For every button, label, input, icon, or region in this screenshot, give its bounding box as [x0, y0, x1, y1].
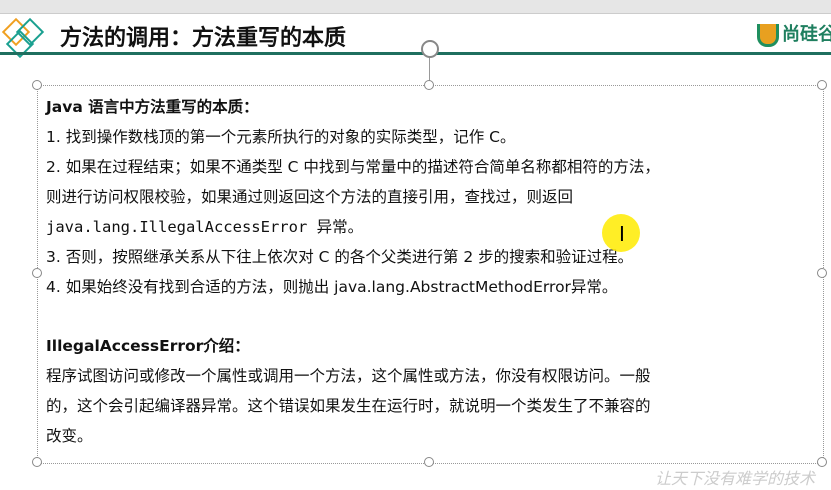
- heading-illegal-access: IllegalAccessError介绍：: [46, 337, 250, 355]
- resize-handle[interactable]: [32, 80, 42, 90]
- heading-override: Java 语言中方法重写的本质：: [46, 98, 259, 116]
- paragraph-line: 改变。: [46, 427, 93, 445]
- resize-handle[interactable]: [424, 80, 434, 90]
- list-item: 4. 如果始终没有找到合适的方法，则抛出 java.lang.AbstractM…: [46, 278, 618, 296]
- watermark: 让天下没有难学的技术: [655, 469, 816, 488]
- list-item: 1. 找到操作数栈顶的第一个元素所执行的对象的实际类型，记作 C。: [46, 128, 516, 146]
- resize-handle[interactable]: [817, 80, 827, 90]
- paragraph-line: 的，这个会引起编译器异常。这个错误如果发生在运行时，就说明一个类发生了不兼容的: [46, 397, 651, 415]
- resize-handle[interactable]: [32, 457, 42, 467]
- slide-title: 方法的调用：方法重写的本质: [60, 26, 347, 51]
- top-bar: [0, 0, 831, 14]
- paragraph-line: 程序试图访问或修改一个属性或调用一个方法，这个属性或方法，你没有权限访问。一般: [46, 367, 651, 385]
- title-divider: [0, 52, 831, 55]
- u-logo-icon: [757, 23, 779, 47]
- resize-handle[interactable]: [424, 457, 434, 467]
- rotate-handle[interactable]: [421, 40, 439, 58]
- list-item: 2. 如果在过程结束；如果不通类型 C 中找到与常量中的描述符合简单名称都相符的…: [46, 158, 660, 176]
- list-item: 3. 否则，按照继承关系从下往上依次对 C 的各个父类进行第 2 步的搜索和验证…: [46, 248, 634, 266]
- list-item: 则进行访问权限校验，如果通过则返回这个方法的直接引用，查找过，则返回: [46, 188, 574, 206]
- resize-handle[interactable]: [32, 268, 42, 278]
- list-item: java.lang.IllegalAccessError 异常。: [46, 218, 364, 236]
- slide-text: Java 语言中方法重写的本质： 1. 找到操作数栈顶的第一个元素所执行的对象的…: [46, 92, 822, 451]
- brand-logo: 尚硅谷: [757, 20, 831, 47]
- resize-handle[interactable]: [817, 457, 827, 467]
- text-cursor-icon: I: [619, 222, 625, 246]
